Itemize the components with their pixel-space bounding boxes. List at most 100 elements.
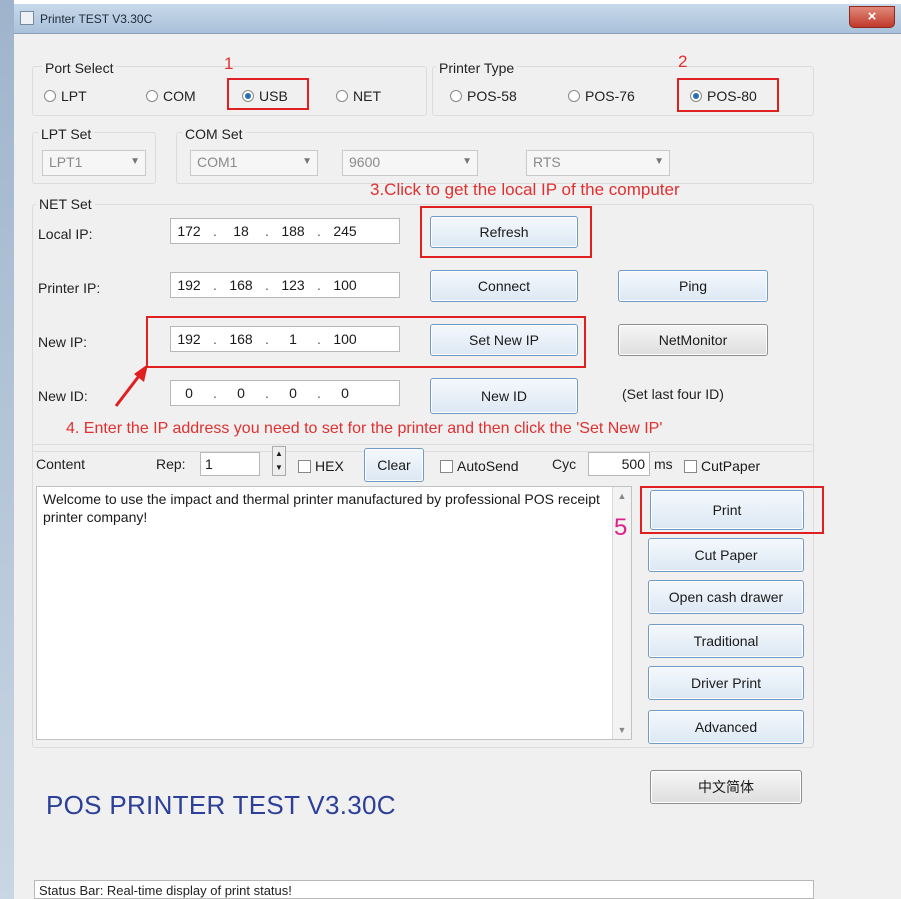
- radio-indicator: [336, 90, 348, 102]
- content-textarea[interactable]: Welcome to use the impact and thermal pr…: [36, 486, 632, 740]
- flow-control-value: RTS: [533, 154, 561, 170]
- ip-dot: .: [213, 385, 217, 401]
- radio-net[interactable]: NET: [336, 88, 381, 104]
- ip-dot: .: [265, 277, 269, 293]
- window-left-edge: [0, 0, 14, 899]
- app-window: Printer TEST V3.30C × Port Select 1 LPT …: [0, 0, 901, 899]
- annotation-box-usb: [227, 78, 309, 110]
- ip-dot: .: [317, 223, 321, 239]
- hex-checkbox[interactable]: HEX: [298, 458, 344, 474]
- radio-pos58[interactable]: POS-58: [450, 88, 517, 104]
- ip-octet: 0: [237, 385, 245, 401]
- lpt-set-label: LPT Set: [38, 126, 95, 142]
- annotation-1: 1: [224, 54, 234, 73]
- ip-dot: .: [265, 385, 269, 401]
- baud-rate-select[interactable]: 9600 ▼: [342, 150, 478, 176]
- port-select-label: Port Select: [42, 60, 117, 76]
- open-cash-drawer-button[interactable]: Open cash drawer: [648, 580, 804, 614]
- new-ip-label: New IP:: [38, 334, 88, 350]
- local-ip-label: Local IP:: [38, 226, 93, 242]
- radio-com[interactable]: COM: [146, 88, 196, 104]
- status-bar: Status Bar: Real-time display of print s…: [34, 880, 814, 899]
- ping-button[interactable]: Ping: [618, 270, 768, 302]
- rep-spinner[interactable]: ▲ ▼: [272, 446, 286, 476]
- set-last-four-hint: (Set last four ID): [622, 386, 724, 402]
- driver-print-button[interactable]: Driver Print: [648, 666, 804, 700]
- com-port-select[interactable]: COM1 ▼: [190, 150, 318, 176]
- scroll-down-icon[interactable]: ▼: [613, 725, 631, 735]
- netmonitor-button[interactable]: NetMonitor: [618, 324, 768, 356]
- new-id-button[interactable]: New ID: [430, 378, 578, 414]
- clear-button[interactable]: Clear: [364, 448, 424, 482]
- ip-octet: 245: [333, 223, 357, 239]
- annotation-2: 2: [678, 52, 688, 71]
- dialog-client-area: Port Select 1 LPT COM USB NET Printer Ty…: [14, 34, 901, 899]
- checkbox-box: [440, 459, 453, 473]
- ip-octet: 172: [177, 223, 201, 239]
- ip-octet: 18: [233, 223, 249, 239]
- local-ip-field[interactable]: 172. 18. 188. 245: [170, 218, 400, 244]
- close-button[interactable]: ×: [849, 6, 895, 28]
- chevron-down-icon: ▼: [462, 156, 472, 167]
- annotation-box-print: [640, 486, 824, 534]
- com-port-value: COM1: [197, 154, 238, 170]
- autosend-label: AutoSend: [457, 458, 519, 474]
- rep-input[interactable]: 1: [200, 452, 260, 476]
- lpt-port-select[interactable]: LPT1 ▼: [42, 150, 146, 176]
- annotation-4: 4. Enter the IP address you need to set …: [66, 420, 663, 437]
- ip-octet: 168: [229, 277, 253, 293]
- cutpaper-checkbox[interactable]: CutPaper: [684, 458, 760, 474]
- autosend-checkbox[interactable]: AutoSend: [440, 458, 519, 474]
- cut-paper-button[interactable]: Cut Paper: [648, 538, 804, 572]
- chevron-down-icon: ▼: [654, 156, 664, 167]
- net-set-label: NET Set: [36, 196, 95, 212]
- language-button[interactable]: 中文简体: [650, 770, 802, 804]
- advanced-button[interactable]: Advanced: [648, 710, 804, 744]
- radio-net-label: NET: [353, 88, 381, 104]
- ip-octet: 123: [281, 277, 305, 293]
- annotation-box-new-ip: [146, 316, 586, 368]
- cyc-label: Cyc: [552, 456, 577, 472]
- brand-title: POS PRINTER TEST V3.30C: [46, 790, 396, 820]
- printer-ip-label: Printer IP:: [38, 280, 101, 296]
- new-id-field[interactable]: 0. 0. 0. 0: [170, 380, 400, 406]
- annotation-box-pos80: [677, 78, 779, 112]
- window-title: Printer TEST V3.30C: [40, 12, 153, 26]
- radio-indicator: [146, 90, 158, 102]
- ip-octet: 0: [185, 385, 193, 401]
- radio-lpt-label: LPT: [61, 88, 87, 104]
- printer-ip-field[interactable]: 192. 168. 123. 100: [170, 272, 400, 298]
- ip-dot: .: [317, 385, 321, 401]
- annotation-box-refresh: [420, 206, 592, 258]
- hex-label: HEX: [315, 458, 344, 474]
- ip-dot: .: [213, 223, 217, 239]
- content-text: Welcome to use the impact and thermal pr…: [43, 491, 600, 525]
- radio-pos76[interactable]: POS-76: [568, 88, 635, 104]
- ip-dot: .: [265, 223, 269, 239]
- title-bar: Printer TEST V3.30C ×: [14, 4, 901, 34]
- annotation-arrow-icon: [114, 364, 148, 407]
- ip-octet: 192: [177, 277, 201, 293]
- traditional-button[interactable]: Traditional: [648, 624, 804, 658]
- lpt-port-value: LPT1: [49, 154, 83, 170]
- com-set-label: COM Set: [182, 126, 246, 142]
- content-label: Content: [36, 456, 86, 472]
- ip-octet: 0: [289, 385, 297, 401]
- radio-indicator: [568, 90, 580, 102]
- cutpaper-label: CutPaper: [701, 458, 761, 474]
- radio-com-label: COM: [163, 88, 196, 104]
- radio-pos58-label: POS-58: [467, 88, 517, 104]
- connect-button[interactable]: Connect: [430, 270, 578, 302]
- ip-dot: .: [213, 277, 217, 293]
- chevron-down-icon: ▼: [302, 156, 312, 167]
- ms-label: ms: [654, 456, 673, 472]
- scroll-up-icon[interactable]: ▲: [613, 491, 631, 501]
- annotation-5: 5: [614, 514, 628, 541]
- radio-lpt[interactable]: LPT: [44, 88, 87, 104]
- checkbox-box: [684, 459, 697, 473]
- checkbox-box: [298, 459, 311, 473]
- cyc-input[interactable]: 500: [588, 452, 650, 476]
- flow-control-select[interactable]: RTS ▼: [526, 150, 670, 176]
- ip-octet: 188: [281, 223, 305, 239]
- ip-octet: 0: [341, 385, 349, 401]
